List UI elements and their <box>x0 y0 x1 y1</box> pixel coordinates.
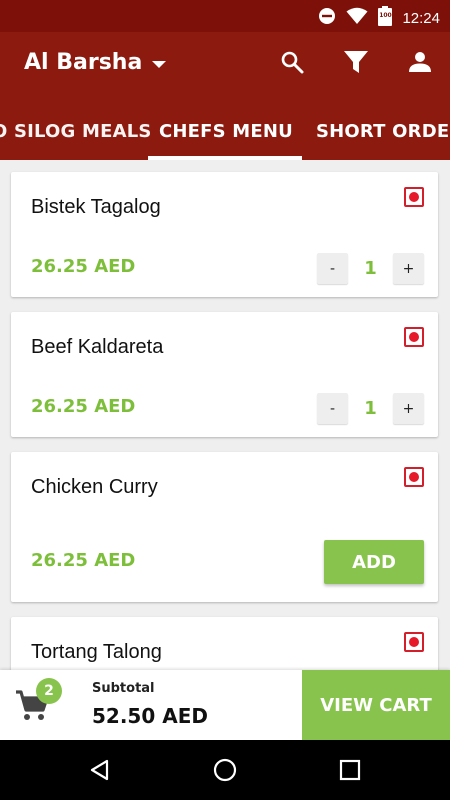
item-name: Beef Kaldareta <box>31 336 164 358</box>
subtotal-value: 52.50 AED <box>92 704 208 728</box>
clock: 12:24 <box>402 9 440 27</box>
menu-item-card: Beef Kaldareta 26.25 AED - 1 + <box>11 312 438 437</box>
battery-icon: 100 <box>378 6 393 30</box>
do-not-disturb-icon <box>318 7 336 29</box>
tab-label: O SILOG MEALS <box>0 120 152 142</box>
menu-item-card: Bistek Tagalog 26.25 AED - 1 + <box>11 172 438 297</box>
location-selector[interactable]: Al Barsha <box>24 50 167 75</box>
category-tabs: O SILOG MEALS CHEFS MENU SHORT ORDER <box>0 102 450 160</box>
quantity-value: 1 <box>364 398 377 419</box>
status-bar: 100 12:24 <box>0 0 450 32</box>
non-veg-icon <box>404 632 424 652</box>
filter-icon[interactable] <box>342 48 370 76</box>
decrement-button[interactable]: - <box>317 393 348 424</box>
increment-button[interactable]: + <box>393 253 424 284</box>
battery-level: 100 <box>379 12 392 19</box>
recents-icon[interactable] <box>334 754 366 786</box>
non-veg-icon <box>404 327 424 347</box>
tab-chefs-menu[interactable]: CHEFS MENU <box>150 102 302 160</box>
quantity-value: 1 <box>364 258 377 279</box>
decrement-button[interactable]: - <box>317 253 348 284</box>
account-icon[interactable] <box>406 48 434 76</box>
home-icon[interactable] <box>209 754 241 786</box>
item-name: Chicken Curry <box>31 476 158 498</box>
non-veg-icon <box>404 467 424 487</box>
tab-short-order[interactable]: SHORT ORDER <box>316 102 450 160</box>
item-price: 26.25 AED <box>31 396 136 417</box>
app-bar: Al Barsha O SILOG MEALS CHEFS MENU SHORT… <box>0 32 450 160</box>
item-price: 26.25 AED <box>31 550 136 571</box>
menu-item-card: Tortang Talong <box>11 617 438 670</box>
dropdown-arrow-icon <box>152 50 167 75</box>
non-veg-icon <box>404 187 424 207</box>
view-cart-button[interactable]: VIEW CART <box>302 670 450 740</box>
quantity-stepper: - 1 + <box>317 393 424 424</box>
search-icon[interactable] <box>278 48 306 76</box>
back-icon[interactable] <box>84 754 116 786</box>
menu-list[interactable]: Bistek Tagalog 26.25 AED - 1 + Beef Kald… <box>0 160 450 670</box>
menu-item-card: Chicken Curry 26.25 AED ADD <box>11 452 438 602</box>
location-label: Al Barsha <box>24 50 143 75</box>
tab-silog-meals[interactable]: O SILOG MEALS <box>0 102 152 160</box>
navigation-bar <box>0 740 450 800</box>
item-name: Tortang Talong <box>31 641 162 663</box>
cart-bar: 2 Subtotal 52.50 AED VIEW CART <box>0 670 450 740</box>
item-name: Bistek Tagalog <box>31 196 161 218</box>
item-price: 26.25 AED <box>31 256 136 277</box>
add-button[interactable]: ADD <box>324 540 424 584</box>
increment-button[interactable]: + <box>393 393 424 424</box>
quantity-stepper: - 1 + <box>317 253 424 284</box>
header-actions <box>278 48 434 76</box>
tab-label: CHEFS MENU <box>159 120 293 142</box>
cart-count-badge: 2 <box>36 678 62 704</box>
subtotal-label: Subtotal <box>92 681 155 696</box>
wifi-icon <box>346 7 368 29</box>
tab-label: SHORT ORDER <box>316 120 450 142</box>
status-icons: 100 12:24 <box>318 6 440 30</box>
